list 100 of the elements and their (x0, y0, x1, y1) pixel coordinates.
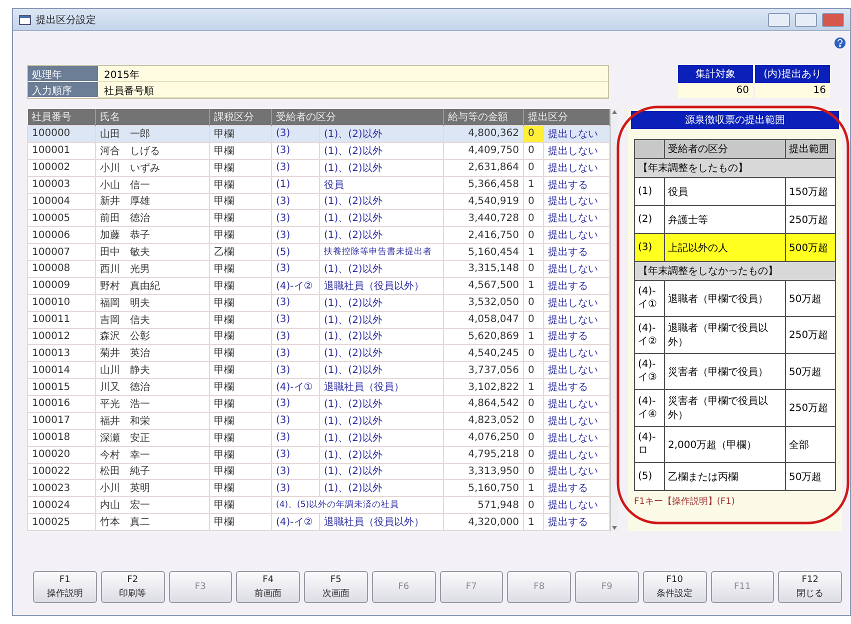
table-cell: (4)-イ③ (634, 354, 664, 390)
table-row[interactable]: 100004 新井 厚雄 甲欄 (3) (1)、(2)以外 4,540,919 0 提出しない (28, 193, 610, 210)
table-cell: (3) (272, 260, 320, 278)
table-row[interactable]: 100005 前田 徳治 甲欄 (3) (1)、(2)以外 3,440,728 0 提出しない (28, 210, 610, 227)
table-cell: 福岡 明夫 (96, 294, 210, 312)
table-cell: 甲欄 (210, 159, 272, 176)
table-row[interactable]: 100024 内山 宏一 甲欄 (4)、(5)以外の年調未済の社員 571,948 0 提出しない (28, 496, 610, 514)
function-key[interactable]: F4 前画面 (236, 571, 300, 603)
scrollbar[interactable] (610, 109, 618, 531)
table-cell: 弁護士等 (664, 206, 786, 234)
table-cell[interactable]: 1 (524, 514, 544, 530)
note-text: F1キー【操作説明】(F1) (634, 496, 736, 508)
table-cell: (3) (272, 396, 320, 412)
column-header: 社員番号 (28, 109, 96, 126)
help-icon[interactable] (834, 37, 846, 49)
table-row[interactable]: 100012 森沢 公彰 甲欄 (3) (1)、(2)以外 5,620,869 1 提出する (28, 328, 610, 345)
table-row[interactable]: 100010 福岡 明夫 甲欄 (3) (1)、(2)以外 3,532,050 0 提出しない (28, 294, 610, 312)
table-cell: 甲欄 (210, 294, 272, 312)
table-row[interactable]: 100000 山田 一郎 甲欄 (3) (1)、(2)以外 4,800,362 0 提出しない (28, 126, 610, 142)
table-row[interactable]: 100022 松田 純子 甲欄 (3) (1)、(2)以外 3,313,950 0 提出しない (28, 463, 610, 480)
table-cell: 100001 (28, 142, 96, 160)
table-cell: (3) (272, 429, 320, 446)
table-cell: 100025 (28, 514, 96, 530)
table-cell[interactable]: 0 (524, 412, 544, 430)
scroll-down-icon[interactable] (611, 525, 618, 531)
table-row[interactable]: 100020 今村 幸一 甲欄 (3) (1)、(2)以外 4,795,218 0 提出しない (28, 446, 610, 463)
table-cell: 提出しない (544, 446, 610, 463)
column-header: 提出区分 (524, 109, 610, 126)
table-cell: 今村 幸一 (96, 446, 210, 463)
table-row[interactable]: 100023 小川 英明 甲欄 (3) (1)、(2)以外 5,160,750 1 提出する (28, 480, 610, 497)
maximize-button[interactable] (795, 12, 817, 26)
table-cell: 甲欄 (210, 176, 272, 193)
table-row[interactable]: 100016 平光 浩一 甲欄 (3) (1)、(2)以外 4,864,542 0 提出しない (28, 396, 610, 412)
table-cell: 山田 一郎 (96, 126, 210, 142)
window-title: 提出区分設定 (36, 14, 97, 26)
function-key[interactable]: F1 操作説明 (33, 571, 97, 603)
table-cell: 災害者（甲欄で役員） (664, 354, 786, 390)
table-cell: 提出しない (544, 294, 610, 312)
table-row[interactable]: 100011 吉岡 信夫 甲欄 (3) (1)、(2)以外 4,058,047 0 提出しない (28, 311, 610, 328)
table-cell: (3) (272, 159, 320, 176)
column-header (634, 140, 664, 158)
field-value: 2015年 (98, 66, 608, 82)
table-cell: 甲欄 (210, 126, 272, 142)
table-cell: 50万超 (786, 354, 836, 390)
table-cell[interactable]: 0 (524, 396, 544, 412)
scroll-up-icon[interactable] (611, 109, 618, 115)
table-cell[interactable]: 0 (524, 260, 544, 278)
table-row[interactable]: 100006 加藤 恭子 甲欄 (3) (1)、(2)以外 2,416,750 0 提出しない (28, 226, 610, 244)
table-cell[interactable]: 0 (524, 142, 544, 160)
table-row[interactable]: 100007 田中 敏夫 乙欄 (5) 扶養控除等申告書未提出者 5,160,454 1 提出する (28, 244, 610, 260)
table-cell: (1) (272, 176, 320, 193)
table-cell: 4,409,750 (444, 142, 524, 160)
table-cell: (2) (634, 206, 664, 234)
table-cell: (3) (272, 294, 320, 312)
function-key[interactable]: F10 条件設定 (642, 571, 706, 603)
table-row[interactable]: 100002 小川 いずみ 甲欄 (3) (1)、(2)以外 2,631,864 0 提出しない (28, 159, 610, 176)
table-cell: 50万超 (786, 462, 836, 490)
table-cell[interactable]: 0 (524, 429, 544, 446)
table-cell: 西川 光男 (96, 260, 210, 278)
column-header: 給与等の金額 (444, 109, 524, 126)
close-button[interactable] (822, 12, 844, 26)
table-cell[interactable]: 0 (524, 311, 544, 328)
table-cell: (1)、(2)以外 (320, 126, 444, 142)
table-cell: 100011 (28, 311, 96, 328)
table-cell[interactable]: 0 (524, 446, 544, 463)
table-row[interactable]: 100018 深瀬 安正 甲欄 (3) (1)、(2)以外 4,076,250 0 提出しない (28, 429, 610, 446)
table-row[interactable]: 100001 河合 しげる 甲欄 (3) (1)、(2)以外 4,409,750 0 提出しない (28, 142, 610, 160)
table-cell: 甲欄 (210, 277, 272, 294)
table-cell[interactable]: 0 (524, 159, 544, 176)
function-key[interactable]: F2 印刷等 (100, 571, 164, 603)
summary-value: 16 (755, 83, 830, 98)
table-cell: 100010 (28, 294, 96, 312)
column-header: 受給者の区分 (664, 140, 786, 158)
table-cell[interactable]: 1 (524, 277, 544, 294)
table-row[interactable]: 100008 西川 光男 甲欄 (3) (1)、(2)以外 3,315,148 0 提出しない (28, 260, 610, 278)
table-row[interactable]: 100017 福井 和栄 甲欄 (3) (1)、(2)以外 4,823,052 0 提出しない (28, 412, 610, 430)
table-row[interactable]: 100013 菊井 英治 甲欄 (3) (1)、(2)以外 4,540,245 0 提出しない (28, 344, 610, 362)
table-cell[interactable]: 0 (524, 126, 544, 142)
table-row[interactable]: 100015 川又 徳治 甲欄 (4)-イ① 退職社員（役員） 3,102,822 1 提出する (28, 378, 610, 396)
field-label: 処理年 (28, 66, 98, 82)
table-cell: (4)-イ② (272, 277, 320, 294)
function-key[interactable]: F12 閉じる (778, 571, 842, 603)
table-cell[interactable]: 1 (524, 176, 544, 193)
table-cell: 災害者（甲欄で役員以外） (664, 390, 786, 426)
table-cell: (3) (272, 446, 320, 463)
table-cell: 退職者（甲欄で役員以外） (664, 316, 786, 354)
table-cell: 100008 (28, 260, 96, 278)
minimize-button[interactable] (768, 12, 790, 26)
table-row[interactable]: 100025 竹本 真二 甲欄 (4)-イ② 退職社員（役員以外） 4,320,000 1 提出する (28, 514, 610, 530)
function-key[interactable]: F5 次画面 (304, 571, 368, 603)
table-cell: 竹本 真二 (96, 514, 210, 530)
table-cell: (4)-ロ (634, 426, 664, 462)
table-cell: (1) (634, 178, 664, 206)
table-row[interactable]: 100014 山川 静夫 甲欄 (3) (1)、(2)以外 3,737,056 0 提出しない (28, 362, 610, 379)
table-row[interactable]: 100003 小山 信一 甲欄 (1) 役員 5,366,458 1 提出する (28, 176, 610, 193)
table-cell: (4)-イ① (634, 280, 664, 316)
table-cell: 100000 (28, 126, 96, 142)
table-row[interactable]: 100009 野村 真由紀 甲欄 (4)-イ② 退職社員（役員以外） 4,567,500 1 提出する (28, 277, 610, 294)
table-cell[interactable]: 0 (524, 294, 544, 312)
table-cell: 提出しない (544, 396, 610, 412)
